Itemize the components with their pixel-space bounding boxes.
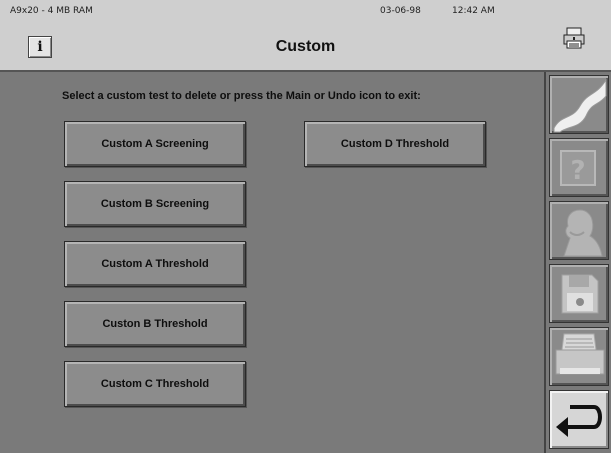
help-icon: ? bbox=[560, 150, 596, 186]
system-date: 03-06-98 bbox=[380, 6, 421, 16]
print-button[interactable] bbox=[549, 327, 609, 386]
patient-icon bbox=[563, 209, 603, 257]
custom-a-screening-button[interactable]: Custom A Screening bbox=[64, 121, 246, 167]
svg-text:?: ? bbox=[570, 156, 585, 186]
undo-icon bbox=[556, 405, 602, 437]
help-button[interactable]: ? bbox=[549, 138, 609, 197]
title-bar: A9x20 - 4 MB RAM 03-06-98 12:42 AM i Cus… bbox=[0, 0, 611, 72]
undo-button[interactable] bbox=[549, 390, 609, 449]
system-time: 12:42 AM bbox=[452, 6, 495, 16]
page-title: Custom bbox=[275, 38, 336, 55]
custom-c-threshold-button[interactable]: Custom C Threshold bbox=[64, 361, 246, 407]
main-button[interactable] bbox=[549, 75, 609, 134]
main-panel: Select a custom test to delete or press … bbox=[0, 74, 544, 453]
main-icon bbox=[553, 78, 607, 133]
printer-status-icon[interactable] bbox=[562, 26, 586, 50]
system-info: A9x20 - 4 MB RAM bbox=[10, 6, 93, 16]
custom-a-threshold-button[interactable]: Custom A Threshold bbox=[64, 241, 246, 287]
custom-d-threshold-button[interactable]: Custom D Threshold bbox=[304, 121, 486, 167]
icon-sidebar: ? bbox=[544, 72, 611, 453]
custom-b-screening-button[interactable]: Custom B Screening bbox=[64, 181, 246, 227]
save-disk-button[interactable] bbox=[549, 264, 609, 323]
disk-save-icon bbox=[561, 274, 599, 314]
printer-icon bbox=[555, 333, 605, 375]
patient-button[interactable] bbox=[549, 201, 609, 260]
custom-b-threshold-button[interactable]: Custon B Threshold bbox=[64, 301, 246, 347]
instruction-text: Select a custom test to delete or press … bbox=[62, 90, 421, 102]
